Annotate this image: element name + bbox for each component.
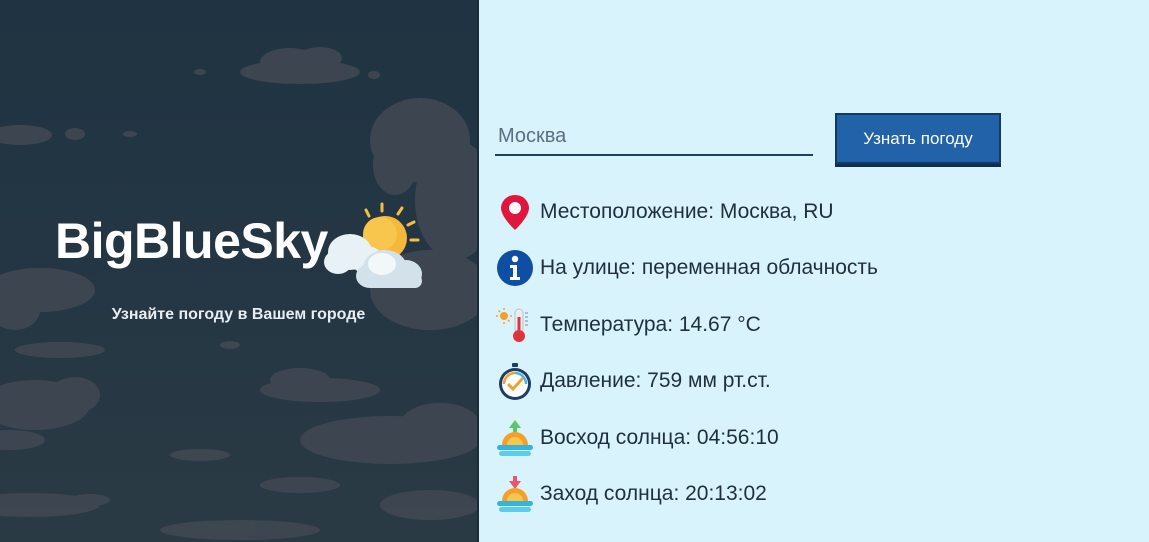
thermometer-icon [496,308,528,342]
info-row-temperature: Температура: 14.67 °C [495,305,761,345]
sunrise-icon [497,420,533,456]
panel-divider [477,0,479,542]
conditions-text: На улице: переменная облачность [540,256,878,279]
sunrise-text: Восход солнца: 04:56:10 [540,426,779,449]
location-pin-icon [501,195,529,230]
info-row-sunset: Заход солнца: 20:13:02 [495,474,767,514]
temperature-text: Температура: 14.67 °C [540,313,761,336]
sunset-icon [497,476,533,512]
info-row-conditions: На улице: переменная облачность [495,248,878,288]
pressure-text: Давление: 759 мм рт.ст. [540,369,771,392]
hero-panel: BigBlueSky Узнайте погоду в Вашем городе [0,0,477,542]
info-row-sunrise: Восход солнца: 04:56:10 [495,418,779,458]
get-weather-button[interactable]: Узнать погоду [835,113,1001,164]
location-text: Местоположение: Москва, RU [540,200,834,223]
city-search-input[interactable] [495,118,813,156]
info-row-location: Местоположение: Москва, RU [495,192,834,232]
sunset-text: Заход солнца: 20:13:02 [540,482,767,505]
barometer-icon [499,363,531,400]
info-row-pressure: Давление: 759 мм рт.ст. [495,361,771,401]
tagline: Узнайте погоду в Вашем городе [111,306,366,323]
info-icon [497,250,533,286]
brand-title: BigBlueSky [55,213,328,269]
sun-behind-cloud-icon [324,202,422,288]
